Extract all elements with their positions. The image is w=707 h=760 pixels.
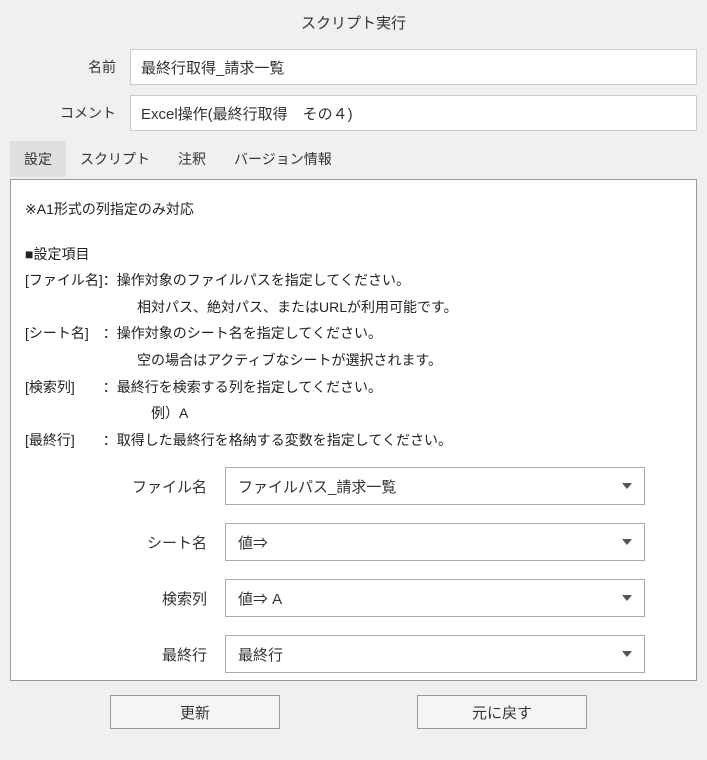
desc-a1-note: ※A1形式の列指定のみ対応 [25, 196, 682, 223]
comment-input[interactable] [130, 95, 697, 131]
tab-bar: 設定 スクリプト 注釈 バージョン情報 [10, 141, 697, 177]
sheetname-dropdown[interactable]: 値⇒ [225, 523, 645, 561]
lastrow-field-label: 最終行 [105, 644, 225, 665]
chevron-down-icon [622, 483, 632, 489]
filename-dropdown[interactable]: ファイルパス_請求一覧 [225, 467, 645, 505]
tab-settings[interactable]: 設定 [10, 141, 66, 177]
searchcol-dropdown-text: 値⇒ A [238, 588, 282, 609]
desc-lastrow-1: [最終行] ：取得した最終行を格納する変数を指定してください。 [25, 427, 682, 454]
filename-dropdown-text: ファイルパス_請求一覧 [238, 476, 396, 497]
desc-searchcol-2: 例）A [25, 400, 682, 427]
sheetname-dropdown-text: 値⇒ [238, 532, 268, 553]
searchcol-field-label: 検索列 [105, 588, 225, 609]
tab-annotation[interactable]: 注釈 [164, 141, 220, 177]
tab-version[interactable]: バージョン情報 [220, 141, 346, 177]
lastrow-dropdown-text: 最終行 [238, 644, 283, 665]
desc-sheetname-1: [シート名] ：操作対象のシート名を指定してください。 [25, 320, 682, 347]
update-button[interactable]: 更新 [110, 695, 280, 729]
tab-script[interactable]: スクリプト [66, 141, 164, 177]
desc-searchcol-1: [検索列] ：最終行を検索する列を指定してください。 [25, 374, 682, 401]
name-label: 名前 [10, 57, 130, 77]
lastrow-dropdown[interactable]: 最終行 [225, 635, 645, 673]
searchcol-dropdown[interactable]: 値⇒ A [225, 579, 645, 617]
desc-sheetname-2: 空の場合はアクティブなシートが選択されます。 [25, 347, 682, 374]
revert-button[interactable]: 元に戻す [417, 695, 587, 729]
chevron-down-icon [622, 539, 632, 545]
name-input[interactable] [130, 49, 697, 85]
desc-heading: ■設定項目 [25, 241, 682, 268]
desc-filename-2: 相対パス、絶対パス、またはURLが利用可能です。 [25, 294, 682, 321]
filename-field-label: ファイル名 [105, 476, 225, 497]
chevron-down-icon [622, 651, 632, 657]
chevron-down-icon [622, 595, 632, 601]
window-title: スクリプト実行 [0, 0, 707, 45]
sheetname-field-label: シート名 [105, 532, 225, 553]
comment-label: コメント [10, 103, 130, 123]
desc-filename-1: [ファイル名]：操作対象のファイルパスを指定してください。 [25, 267, 682, 294]
settings-panel: ※A1形式の列指定のみ対応 ■設定項目 [ファイル名]：操作対象のファイルパスを… [10, 179, 697, 681]
